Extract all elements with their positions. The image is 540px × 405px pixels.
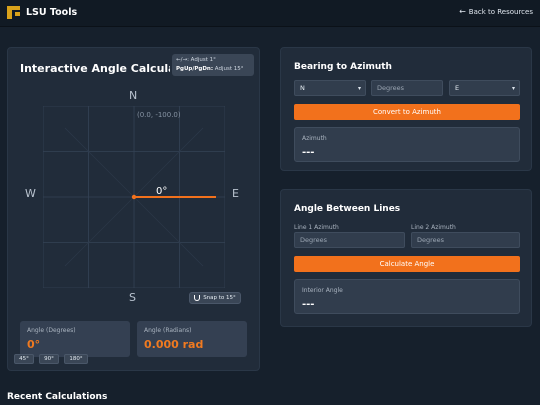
bearing-degrees-input[interactable]: Degrees: [371, 80, 443, 96]
snap-button-label: Snap to 15°: [203, 295, 236, 301]
lsu-logo-icon: [7, 6, 20, 19]
quick-angle-180-button[interactable]: 180°: [64, 354, 88, 364]
hint-page-keys: PgUp/PgDn: Adjust 15°: [176, 65, 250, 74]
magnet-icon: [194, 295, 201, 301]
angle-readout: 0°: [156, 186, 168, 197]
compass-south-label: S: [129, 291, 136, 304]
bearing-degrees-placeholder: Degrees: [377, 84, 405, 92]
angle-radians-card: Angle (Radians) 0.000 rad: [137, 321, 247, 357]
line2-azimuth-input[interactable]: Degrees: [411, 232, 520, 248]
azimuth-result-label: Azimuth: [302, 135, 327, 142]
angle-between-lines-panel: Angle Between Lines Line 1 Azimuth Degre…: [280, 189, 532, 327]
interior-angle-result-box: Interior Angle ---: [294, 279, 520, 314]
bearing-direction2-value: E: [455, 84, 460, 92]
angle-degrees-value: 0°: [27, 338, 41, 351]
recent-calculations-heading: Recent Calculations: [7, 392, 108, 402]
line1-azimuth-input[interactable]: Degrees: [294, 232, 405, 248]
compass-east-label: E: [232, 187, 239, 200]
snap-to-15-button[interactable]: Snap to 15°: [189, 292, 241, 304]
azimuth-result-value: ---: [302, 147, 315, 158]
between-title: Angle Between Lines: [294, 204, 401, 214]
quick-angle-90-button[interactable]: 90°: [39, 354, 59, 364]
bearing-direction1-value: N: [300, 84, 305, 92]
angle-degrees-card: Angle (Degrees) 0°: [20, 321, 130, 357]
coordinate-readout: (0.0, -100.0): [137, 111, 181, 119]
angle-degrees-label: Angle (Degrees): [27, 327, 76, 334]
arrow-left-icon: ←: [459, 7, 466, 16]
hint-page-keys-action: Adjust 15°: [214, 65, 244, 72]
bearing-direction1-select[interactable]: N ▾: [294, 80, 366, 96]
line2-azimuth-placeholder: Degrees: [417, 236, 445, 244]
angle-radians-value: 0.000 rad: [144, 338, 204, 351]
compass-center-point: [131, 194, 137, 200]
angle-radians-label: Angle (Radians): [144, 327, 192, 334]
top-bar: LSU Tools ← Back to Resources: [0, 0, 540, 27]
calculator-title: Interactive Angle Calculator: [20, 62, 170, 75]
line1-azimuth-label: Line 1 Azimuth: [294, 224, 339, 231]
chevron-down-icon: ▾: [511, 85, 515, 92]
hint-page-keys-name: PgUp/PgDn:: [176, 65, 214, 72]
angle-compass-canvas[interactable]: [43, 106, 225, 288]
bearing-to-azimuth-panel: Bearing to Azimuth N ▾ Degrees E ▾ Conve…: [280, 47, 532, 171]
interior-angle-value: ---: [302, 299, 315, 310]
interior-angle-label: Interior Angle: [302, 287, 343, 294]
keyboard-hint: ←/→: Adjust 1° PgUp/PgDn: Adjust 15°: [172, 54, 254, 76]
back-link-label: Back to Resources: [468, 8, 533, 16]
line2-azimuth-label: Line 2 Azimuth: [411, 224, 456, 231]
brand[interactable]: LSU Tools: [7, 6, 77, 19]
chevron-down-icon: ▾: [357, 85, 361, 92]
angle-calculator-panel: Interactive Angle Calculator ←/→: Adjust…: [7, 47, 260, 371]
bearing-direction2-select[interactable]: E ▾: [449, 80, 520, 96]
bearing-title: Bearing to Azimuth: [294, 62, 392, 72]
compass-north-label: N: [129, 89, 138, 102]
quick-angle-45-button[interactable]: 45°: [14, 354, 34, 364]
hint-arrow-keys: ←/→: Adjust 1°: [176, 57, 216, 63]
compass-west-label: W: [25, 187, 36, 200]
convert-to-azimuth-button[interactable]: Convert to Azimuth: [294, 104, 520, 120]
app-title: LSU Tools: [26, 7, 78, 18]
calculate-angle-button[interactable]: Calculate Angle: [294, 256, 520, 272]
back-to-resources-link[interactable]: ← Back to Resources: [459, 7, 533, 17]
azimuth-result-box: Azimuth ---: [294, 127, 520, 162]
line1-azimuth-placeholder: Degrees: [300, 236, 328, 244]
